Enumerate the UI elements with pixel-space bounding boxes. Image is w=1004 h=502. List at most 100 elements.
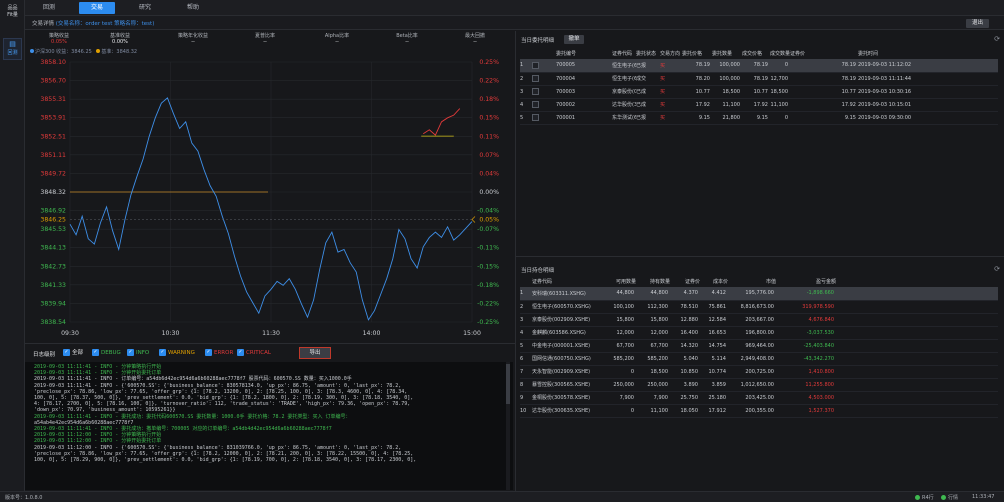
order-row[interactable]: 5700001东华测试(600734.XSHG)已报买9.1521,8009.1… — [520, 111, 998, 125]
orders-col-header[interactable]: 证券价 — [790, 47, 858, 59]
y-left-tick: 3841.33 — [40, 282, 66, 289]
positions-col-header[interactable]: 证券代码 — [532, 275, 602, 287]
log-level-warning-checkbox[interactable]: ✓ WARNING — [159, 349, 195, 357]
order-row[interactable]: 1700005恒生电子(600570.XSHG)已报买78.19100,0007… — [520, 59, 998, 73]
stat-value: -- — [191, 39, 195, 45]
row-checkbox[interactable] — [532, 88, 539, 95]
orders-col-header[interactable]: 证券代码 — [612, 47, 636, 59]
tab-trade[interactable]: 交易 — [79, 2, 115, 14]
position-row[interactable]: 8 暴雪控股(300565.XSHE) 250,000 250,000 3.890 3.8… — [520, 378, 998, 392]
order-qty: 100,000 — [712, 59, 742, 73]
position-row[interactable]: 2 恒生电子(600570.XSHG) 100,100 112,300 78.510 75… — [520, 300, 998, 314]
log-console[interactable]: 2019-09-03 11:11:41 - INFO - 分钟策略执行开始 201… — [25, 362, 513, 490]
row-spacer — [836, 352, 998, 366]
orders-col-header[interactable]: 成交数量 — [770, 47, 790, 59]
order-deal_qty: 11,100 — [770, 98, 790, 112]
position-row[interactable]: 4 金麒麟(603586.XSHG) 12,000 12,000 16.400 16.65… — [520, 326, 998, 340]
positions-col-header[interactable]: 盈亏金额 — [776, 275, 836, 287]
log-level-error-checkbox[interactable]: ✓ ERROR — [205, 349, 233, 357]
stat-item: 夏普比率 -- — [235, 33, 295, 45]
row-spacer — [836, 339, 998, 353]
position-row[interactable]: 10 达华股份(300635.XSHE) 0 11,100 18.050 17.912 20… — [520, 404, 998, 418]
trade-name: (交易名称：order test — [55, 21, 113, 27]
position-cost: 17.912 — [700, 404, 728, 418]
order-deal_qty: 18,500 — [770, 85, 790, 99]
row-checkbox[interactable] — [532, 101, 539, 108]
position-cost: 75.861 — [700, 300, 728, 314]
order-row[interactable]: 3700003京泰股份(002909.XSHE)已成买10.7718,50010… — [520, 85, 998, 99]
status-trade: R4行 — [915, 494, 934, 501]
logo-line2: Fit量 — [7, 12, 18, 18]
order-code: 恒生电子(600570.XSHG) — [612, 72, 636, 86]
order-deal_qty: 12,700 — [770, 72, 790, 86]
positions-col-header[interactable]: 证券价 — [670, 275, 700, 287]
orders-col-header[interactable]: 交易方向 — [660, 47, 682, 59]
position-row[interactable]: 7 天永智能(002909.XSHE) 0 18,500 10.850 10.774 200… — [520, 365, 998, 379]
position-price: 25.750 — [670, 391, 700, 405]
position-pnl: -1,898.660 — [776, 287, 836, 301]
position-value: 8,816,673.00 — [728, 300, 776, 314]
row-spacer — [836, 365, 998, 379]
col-spacer — [836, 275, 998, 287]
row-checkbox[interactable] — [532, 61, 539, 69]
x-tick: 09:30 — [61, 330, 79, 337]
orders-col-header[interactable]: 委托编号 — [556, 47, 612, 59]
exit-button[interactable]: 退出 — [966, 19, 989, 28]
order-id: 700003 — [556, 85, 612, 99]
tab-help[interactable]: 帮助 — [175, 2, 211, 14]
cancel-order-button[interactable]: 撤单 — [564, 35, 584, 44]
row-checkbox[interactable] — [532, 114, 539, 121]
position-row[interactable]: 6 国网信通(600750.XSHG) 585,200 585,200 5.040 5.1… — [520, 352, 998, 366]
orders-col-header[interactable]: 委托状态 — [636, 47, 660, 59]
order-id: 700005 — [556, 59, 612, 73]
positions-col-header[interactable]: 持有数量 — [636, 275, 670, 287]
tab-research[interactable]: 研究 — [127, 2, 163, 14]
positions-col-header[interactable]: 成本价 — [700, 275, 728, 287]
sidebar-nav-backtest[interactable]: ▤ 回测 — [3, 38, 22, 60]
orders-col-header[interactable]: 委托价格 — [682, 47, 712, 59]
row-check-cell[interactable] — [532, 98, 556, 112]
log-scrollbar[interactable] — [506, 362, 510, 490]
position-hold: 585,200 — [636, 352, 670, 366]
y-right-tick: -0.18% — [477, 282, 499, 289]
refresh-positions-icon[interactable]: ⟳ — [994, 265, 1000, 273]
position-avail: 44,800 — [602, 287, 636, 301]
order-price: 17.92 — [682, 98, 712, 112]
status-quote: 行情 — [941, 494, 958, 501]
row-check-cell[interactable] — [532, 111, 556, 125]
log-level-info-checkbox[interactable]: ✓ INFO — [127, 349, 149, 357]
y-right-tick: -0.07% — [477, 226, 499, 233]
log-scroll-thumb[interactable] — [506, 364, 510, 404]
y-left-tick: 3856.70 — [40, 78, 66, 85]
tab-backtest[interactable]: 回测 — [31, 2, 67, 14]
row-check-cell[interactable] — [532, 72, 556, 86]
y-right-tick: 0.18% — [479, 96, 499, 103]
orders-title: 当日委托明细 — [521, 38, 555, 44]
orders-col-header[interactable]: 委托时间 — [858, 47, 998, 59]
orders-col-header[interactable]: 委托数量 — [712, 47, 742, 59]
position-row[interactable]: 3 京泰股份(002909.XSHE) 15,800 15,800 12.880 12.5… — [520, 313, 998, 327]
order-deal_qty: 0 — [770, 59, 790, 73]
log-level-debug-checkbox[interactable]: ✓ DEBUG — [92, 349, 121, 357]
log-level-critical-checkbox[interactable]: ✓ CRITICAL — [237, 349, 271, 357]
row-check-cell[interactable] — [532, 59, 556, 73]
row-index: 2 — [520, 300, 532, 314]
order-row[interactable]: 2700004恒生电子(600570.XSHG)成交买78.20100,0007… — [520, 72, 998, 86]
position-row[interactable]: 5 中金电子(000001.XSHE) 67,700 67,700 14.320 14.7… — [520, 339, 998, 353]
position-row[interactable]: 1 安科瑞(603311.XSHG) 44,800 44,800 4.370 4.412 1… — [520, 287, 998, 301]
positions-col-header[interactable]: 可用数量 — [602, 275, 636, 287]
position-avail: 0 — [602, 365, 636, 379]
row-checkbox[interactable] — [532, 75, 539, 82]
order-row[interactable]: 4700002达华股份(300635.XSHE)已成买17.9211,10017… — [520, 98, 998, 112]
y-left-tick: 3855.31 — [40, 96, 66, 103]
position-row[interactable]: 9 金桐股份(300578.XSHE) 7,900 7,900 25.750 25.180… — [520, 391, 998, 405]
row-index: 6 — [520, 352, 532, 366]
row-check-cell[interactable] — [532, 85, 556, 99]
position-price: 78.510 — [670, 300, 700, 314]
refresh-orders-icon[interactable]: ⟳ — [994, 35, 1000, 43]
log-level-全部-checkbox[interactable]: ✓ 全部 — [63, 349, 83, 357]
export-log-button[interactable]: 导出 — [299, 347, 331, 359]
orders-col-header[interactable]: 成交价格 — [742, 47, 770, 59]
positions-col-header[interactable]: 市值 — [728, 275, 776, 287]
row-index: 9 — [520, 391, 532, 405]
